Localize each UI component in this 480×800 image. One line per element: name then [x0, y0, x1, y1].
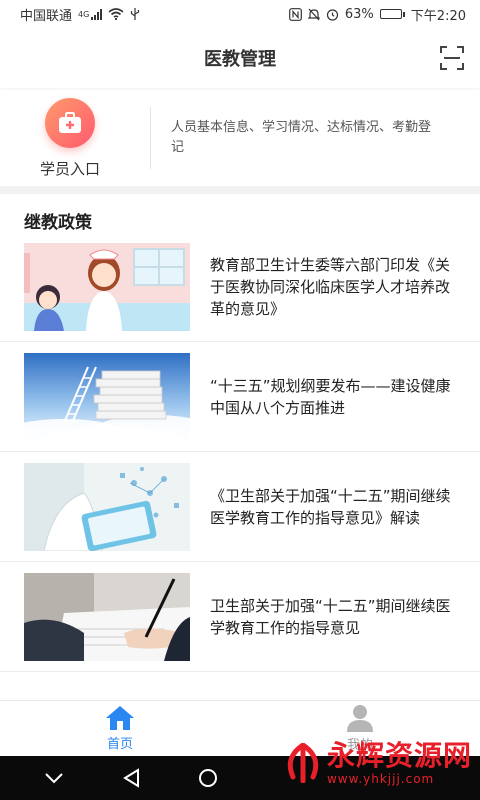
news-title: 教育部卫生计生委等六部门印发《关于医教协同深化临床医学人才培养改革的意见》 [210, 255, 451, 318]
watermark-url: www.yhkjjj.com [326, 772, 435, 786]
section-title: 继教政策 [24, 213, 92, 233]
carrier-label: 中国联通 [20, 8, 73, 24]
battery-icon [379, 9, 405, 19]
page-title: 医教管理 [204, 49, 276, 70]
alarm-icon [326, 8, 338, 21]
nurse-illustration [24, 242, 190, 331]
back-icon[interactable] [122, 768, 140, 788]
status-left: 中国联通 4G [20, 5, 140, 24]
books-sky-image [24, 352, 190, 441]
nfc-icon [288, 7, 302, 21]
collapse-icon[interactable] [44, 772, 64, 784]
usb-icon [131, 7, 140, 20]
news-title: 卫生部关于加强“十二五”期间继续医学教育工作的指导意见 [210, 596, 451, 637]
signing-document-image [24, 572, 190, 661]
news-title: 《卫生部关于加强“十二五”期间继续医学教育工作的指导意见》解读 [210, 486, 451, 527]
watermark: 永辉资源网 www.yhkjjj.com [283, 740, 472, 786]
news-item[interactable]: 教育部卫生计生委等六部门印发《关于医教协同深化临床医学人才培养改革的意见》 [0, 232, 480, 342]
tab-home[interactable]: 首页 [0, 701, 240, 756]
watermark-text: 永辉资源网 [326, 739, 472, 772]
medical-kit-icon [45, 97, 95, 148]
section-separator [0, 186, 480, 194]
mute-icon [307, 8, 320, 20]
doctor-tablet-image [24, 462, 190, 551]
watermark-text-block: 永辉资源网 www.yhkjjj.com [326, 739, 472, 787]
news-item[interactable]: 《卫生部关于加强“十二五”期间继续医学教育工作的指导意见》解读 [0, 452, 480, 562]
home-icon [106, 706, 134, 730]
battery-percent: 63% [344, 6, 374, 22]
home-nav-icon[interactable] [198, 768, 218, 788]
status-right: 63% 下午2:20 [288, 5, 466, 24]
signal-icon [91, 8, 103, 20]
scan-icon[interactable] [440, 46, 464, 70]
tab-label: 首页 [106, 737, 133, 752]
entry-description: 人员基本信息、学习情况、达标情况、考勤登记 [171, 120, 432, 155]
network-type: 4G [78, 9, 90, 19]
app-header: 医教管理 [0, 28, 480, 88]
news-list: 教育部卫生计生委等六部门印发《关于医教协同深化临床医学人才培养改革的意见》 “十… [0, 232, 480, 672]
divider [150, 107, 151, 169]
wifi-icon [108, 8, 124, 20]
entry-section: 学员入口 人员基本信息、学习情况、达标情况、考勤登记 [0, 90, 480, 186]
news-item[interactable]: “十三五”规划纲要发布——建设健康中国从八个方面推进 [0, 342, 480, 452]
clock: 下午2:20 [410, 8, 466, 24]
watermark-logo-icon [287, 743, 319, 783]
person-icon [347, 705, 373, 732]
student-entry-button[interactable]: 学员入口 [0, 97, 140, 179]
news-item[interactable]: 卫生部关于加强“十二五”期间继续医学教育工作的指导意见 [0, 562, 480, 672]
status-bar: 中国联通 4G 63% 下午2:20 [0, 0, 480, 28]
news-title: “十三五”规划纲要发布——建设健康中国从八个方面推进 [210, 376, 451, 417]
student-entry-label: 学员入口 [39, 159, 100, 178]
